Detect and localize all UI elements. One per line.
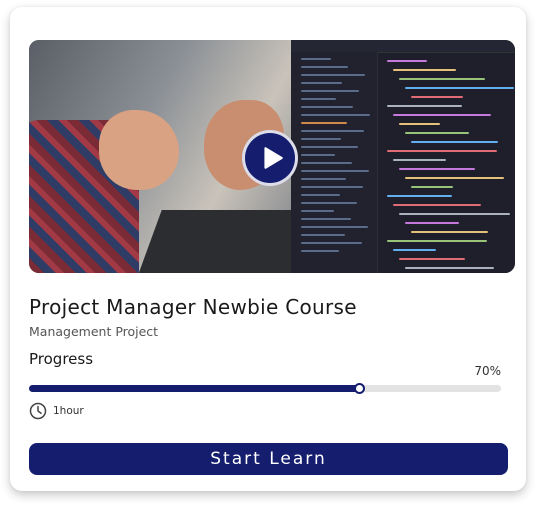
start-learn-button[interactable]: Start Learn bbox=[29, 443, 508, 475]
progress-knob bbox=[354, 383, 366, 394]
progress-label: Progress bbox=[29, 350, 94, 368]
thumbnail-code-editor bbox=[291, 40, 515, 273]
video-thumbnail[interactable] bbox=[29, 40, 515, 273]
clock-icon bbox=[29, 402, 47, 420]
progress-bar bbox=[29, 383, 501, 394]
play-button[interactable] bbox=[242, 130, 298, 186]
course-subtitle: Management Project bbox=[29, 324, 159, 339]
course-card: Project Manager Newbie Course Management… bbox=[10, 7, 526, 491]
play-icon bbox=[264, 147, 283, 169]
progress-fill bbox=[29, 385, 360, 392]
course-title: Project Manager Newbie Course bbox=[29, 295, 357, 319]
progress-percent: 70% bbox=[474, 364, 501, 378]
duration: 1hour bbox=[29, 402, 84, 420]
duration-label: 1hour bbox=[53, 405, 84, 417]
